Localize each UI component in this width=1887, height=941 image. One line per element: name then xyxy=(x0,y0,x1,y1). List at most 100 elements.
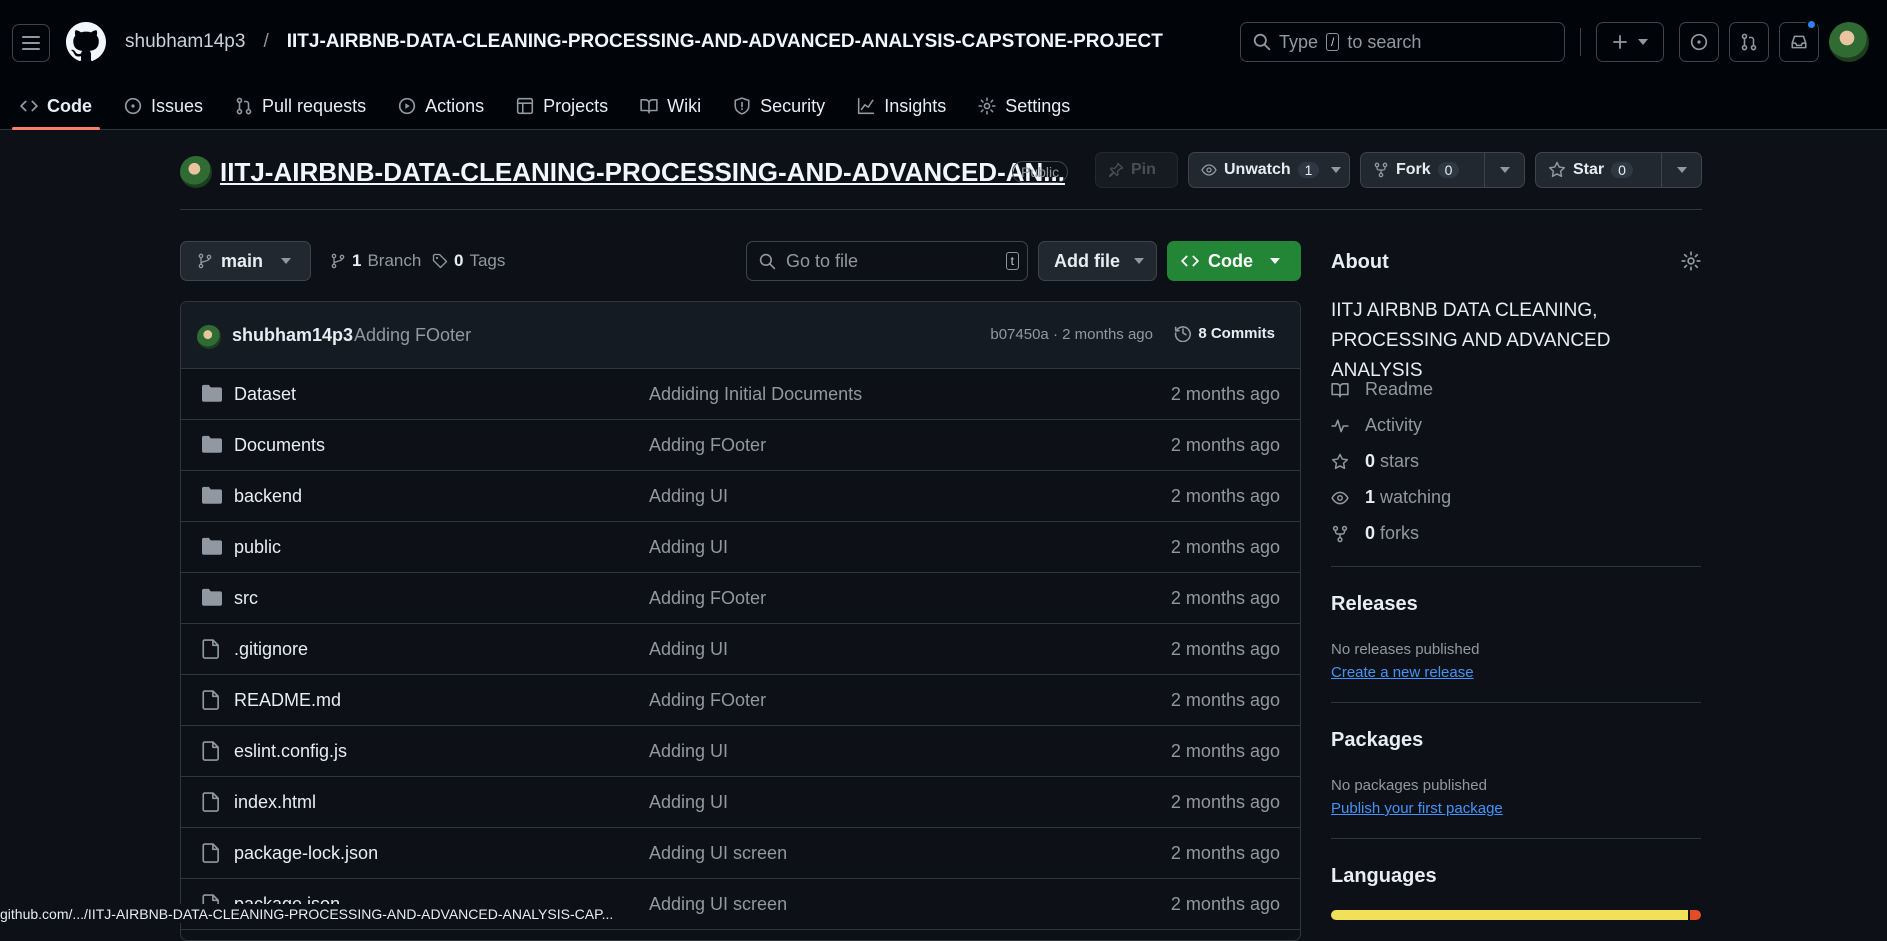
star-dropdown[interactable] xyxy=(1661,153,1701,187)
tab-projects[interactable]: Projects xyxy=(504,82,620,130)
file-commit-message[interactable]: Adding FOoter xyxy=(649,435,766,456)
file-commit-message[interactable]: Adding UI screen xyxy=(649,894,787,915)
table-row[interactable]: README.md Adding FOoter 2 months ago xyxy=(181,675,1300,726)
table-row[interactable]: index.html Adding UI 2 months ago xyxy=(181,777,1300,828)
commit-author-avatar[interactable] xyxy=(197,325,221,349)
github-logo[interactable] xyxy=(66,22,106,62)
file-commit-message[interactable]: Adding FOoter xyxy=(649,690,766,711)
tab-issues[interactable]: Issues xyxy=(112,82,215,130)
commit-message[interactable]: Adding FOoter xyxy=(354,325,471,346)
file-commit-date: 2 months ago xyxy=(1170,537,1280,557)
issue-icon xyxy=(124,97,142,115)
owner-link[interactable]: shubham14p3 xyxy=(125,31,245,53)
file-name[interactable]: backend xyxy=(234,486,302,507)
create-new-button[interactable] xyxy=(1596,22,1664,62)
commits-link[interactable]: 8 Commits xyxy=(1174,324,1275,342)
branch-name: main xyxy=(221,250,264,271)
tab-wiki[interactable]: Wiki xyxy=(628,82,713,130)
file-name[interactable]: index.html xyxy=(234,792,316,813)
table-row[interactable]: Dataset Addiding Initial Documents 2 month… xyxy=(181,369,1300,420)
fork-dropdown[interactable] xyxy=(1484,153,1524,187)
tab-actions[interactable]: Actions xyxy=(386,82,496,130)
file-name[interactable]: public xyxy=(234,537,281,558)
avatar[interactable] xyxy=(1829,22,1869,62)
commit-hash-time[interactable]: b07450a · 2 months ago xyxy=(990,326,1153,343)
file-commit-message[interactable]: Adding UI xyxy=(649,486,728,507)
repo-link[interactable]: IITJ-AIRBNB-DATA-CLEANING-PROCESSING-AND… xyxy=(287,31,1163,53)
forks-link[interactable]: 0 forks xyxy=(1331,523,1419,544)
add-file-button[interactable]: Add file xyxy=(1038,241,1157,281)
activity-link[interactable]: Activity xyxy=(1331,415,1422,436)
publish-package-link[interactable]: Publish your first package xyxy=(1331,800,1503,817)
code-label: Code xyxy=(1208,250,1253,271)
star-button[interactable]: Star 0 xyxy=(1535,152,1702,188)
eye-icon xyxy=(1201,164,1217,176)
tab-security[interactable]: Security xyxy=(721,82,837,130)
go-to-file-input[interactable]: Go to file t xyxy=(746,241,1028,281)
readme-link[interactable]: Readme xyxy=(1331,379,1433,400)
play-icon xyxy=(398,97,416,115)
watching-link[interactable]: 1 watching xyxy=(1331,487,1451,508)
file-name[interactable]: Documents xyxy=(234,435,325,456)
file-name[interactable]: package-lock.json xyxy=(234,843,378,864)
file-commit-message[interactable]: Adding UI xyxy=(649,639,728,660)
file-commit-message[interactable]: Adding UI xyxy=(649,792,728,813)
file-commit-message[interactable]: Adding FOoter xyxy=(649,588,766,609)
code-button[interactable]: Code xyxy=(1167,241,1301,281)
releases-heading[interactable]: Releases xyxy=(1331,593,1418,616)
folder-icon-wrap xyxy=(202,588,222,606)
languages-heading: Languages xyxy=(1331,865,1437,887)
fork-button[interactable]: Fork 0 xyxy=(1360,152,1525,188)
table-icon xyxy=(517,97,534,115)
file-commit-message[interactable]: Adding UI xyxy=(649,741,728,762)
fork-icon xyxy=(1374,162,1388,178)
issues-button[interactable] xyxy=(1679,22,1719,62)
tab-insights[interactable]: Insights xyxy=(845,82,958,130)
table-row[interactable]: eslint.config.js Adding UI 2 months ago xyxy=(181,726,1300,777)
table-row[interactable]: Documents Adding FOoter 2 months ago xyxy=(181,420,1300,471)
tab-pull-requests[interactable]: Pull requests xyxy=(223,82,378,130)
file-name[interactable]: Dataset xyxy=(234,384,296,405)
language-segment xyxy=(1689,910,1701,920)
search-input[interactable]: Type / to search xyxy=(1240,22,1565,62)
latest-commit: shubham14p3 Adding FOoter b07450a · 2 mo… xyxy=(181,302,1300,369)
menu-button[interactable] xyxy=(12,24,50,62)
table-row[interactable]: backend Adding UI 2 months ago xyxy=(181,471,1300,522)
owner-avatar[interactable] xyxy=(180,156,212,188)
table-row[interactable]: .gitignore Adding UI 2 months ago xyxy=(181,624,1300,675)
file-commit-date: 2 months ago xyxy=(1170,792,1280,812)
table-row[interactable]: package-lock.json Adding UI screen 2 month… xyxy=(181,828,1300,879)
tab-code[interactable]: Code xyxy=(8,82,104,130)
branches-link[interactable]: 1 Branch xyxy=(330,251,421,271)
book-icon xyxy=(640,99,658,114)
table-row[interactable]: src Adding FOoter 2 months ago xyxy=(181,573,1300,624)
branch-icon xyxy=(198,253,212,269)
gear-icon[interactable] xyxy=(1681,251,1701,271)
unwatch-button[interactable]: Unwatch 1 xyxy=(1188,152,1350,188)
file-commit-date: 2 months ago xyxy=(1170,384,1280,404)
tab-settings[interactable]: Settings xyxy=(966,82,1082,130)
table-row[interactable]: public Adding UI 2 months ago xyxy=(181,522,1300,573)
book-icon xyxy=(1331,382,1349,398)
file-name[interactable]: eslint.config.js xyxy=(234,741,347,762)
branch-selector[interactable]: main xyxy=(180,241,311,281)
file-name[interactable]: .gitignore xyxy=(234,639,308,660)
caret-down-icon xyxy=(1638,39,1648,45)
stars-link[interactable]: 0 stars xyxy=(1331,451,1419,472)
file-commit-message[interactable]: Adding UI xyxy=(649,537,728,558)
pull-requests-button[interactable] xyxy=(1729,22,1769,62)
file-name[interactable]: README.md xyxy=(234,690,341,711)
create-release-link[interactable]: Create a new release xyxy=(1331,664,1474,681)
file-commit-message[interactable]: Adding UI screen xyxy=(649,843,787,864)
commit-author[interactable]: shubham14p3 xyxy=(232,325,353,346)
file-commit-message[interactable]: Addiding Initial Documents xyxy=(649,384,862,405)
sidebar-divider xyxy=(1331,702,1701,703)
file-icon-wrap xyxy=(202,639,220,659)
tags-link[interactable]: 0 Tags xyxy=(432,251,505,271)
packages-heading[interactable]: Packages xyxy=(1331,729,1423,752)
pin-button[interactable]: Pin xyxy=(1095,152,1178,188)
file-name[interactable]: src xyxy=(234,588,258,609)
search-suffix: to search xyxy=(1347,31,1422,52)
repo-title[interactable]: IITJ-AIRBNB-DATA-CLEANING-PROCESSING-AND… xyxy=(220,157,1065,188)
search-shortcut-key: / xyxy=(1326,33,1340,51)
